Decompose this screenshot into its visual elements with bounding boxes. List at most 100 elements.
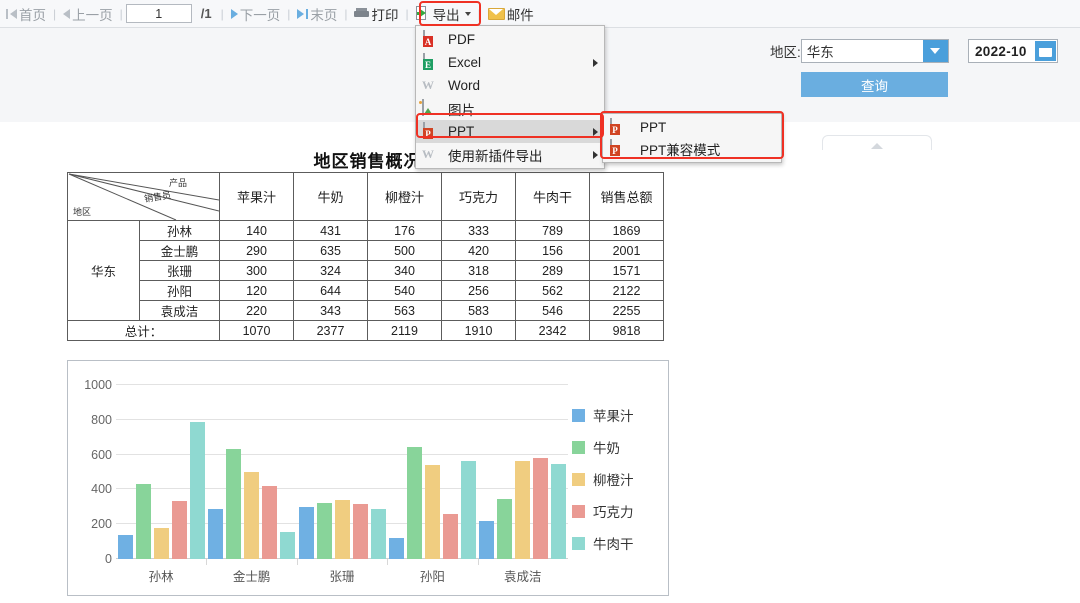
chart-bar xyxy=(406,446,422,559)
next-page-arrow-icon xyxy=(230,8,238,19)
toolbar-separator: | xyxy=(220,6,224,21)
page-number-input[interactable] xyxy=(125,4,192,23)
value-cell: 2122 xyxy=(589,280,664,301)
chart-bar xyxy=(316,502,332,559)
chart-legend-item-3[interactable]: 柳橙汁 xyxy=(572,469,660,489)
value-cell: 333 xyxy=(441,220,516,241)
value-cell: 789 xyxy=(515,220,590,241)
chart-bar xyxy=(479,520,495,559)
chart-bar xyxy=(533,457,549,559)
query-button[interactable]: 查询 xyxy=(801,72,948,97)
value-cell: 1869 xyxy=(589,220,664,241)
calendar-icon[interactable] xyxy=(1035,41,1056,61)
value-cell: 340 xyxy=(367,260,442,281)
person-cell: 孙林 xyxy=(139,220,220,241)
value-cell: 300 xyxy=(219,260,294,281)
value-cell: 256 xyxy=(441,280,516,301)
chart-gridline xyxy=(116,418,568,420)
export-menu-item-5[interactable]: P PPT xyxy=(416,120,604,143)
value-cell: 140 xyxy=(219,220,294,241)
region-label: 地区: xyxy=(770,45,801,60)
chevron-down-icon[interactable] xyxy=(922,40,948,62)
printer-icon xyxy=(354,8,370,19)
person-cell: 金士鹏 xyxy=(139,240,220,261)
column-header: 巧克力 xyxy=(441,172,516,221)
pdf-file-icon: A xyxy=(422,30,439,48)
chart-bar xyxy=(424,465,440,559)
ppt-submenu: P PPT P PPT兼容模式 xyxy=(602,113,782,163)
export-menu-item-label: 图片 xyxy=(448,102,475,118)
value-cell: 583 xyxy=(441,300,516,321)
table-row: 金士鹏 290 635 500 420 156 2001 xyxy=(68,240,664,261)
email-button[interactable]: 邮件 xyxy=(484,2,538,26)
toolbar-separator: | xyxy=(287,6,291,21)
value-cell: 2001 xyxy=(589,240,664,261)
envelope-icon xyxy=(487,7,505,20)
chart-bar xyxy=(460,461,476,559)
chart-x-tick-mark xyxy=(477,559,479,565)
excel-file-icon: E xyxy=(422,53,439,71)
last-page-button[interactable]: 末页 xyxy=(293,2,341,26)
page-total-label: /1 xyxy=(200,6,212,21)
ppt-submenu-item-2[interactable]: P PPT兼容模式 xyxy=(603,138,781,159)
chart-bar xyxy=(244,472,260,559)
value-cell: 431 xyxy=(293,220,368,241)
first-page-bar-icon xyxy=(6,8,8,19)
export-menu-item-label: 使用新插件导出 xyxy=(448,148,543,164)
chart-y-tick-label: 600 xyxy=(91,447,112,462)
chart-y-tick-label: 400 xyxy=(91,482,112,497)
next-page-button[interactable]: 下一页 xyxy=(227,2,285,26)
table-row: 张珊 300 324 340 318 289 1571 xyxy=(68,260,664,281)
toolbar-separator: | xyxy=(344,6,348,21)
chart-gridline xyxy=(116,488,568,490)
export-button[interactable]: 导出 xyxy=(412,2,475,26)
word-file-icon: W xyxy=(422,147,434,161)
export-menu-item-3[interactable]: W Word xyxy=(416,74,604,97)
chart-bar xyxy=(226,448,242,559)
value-cell: 540 xyxy=(367,280,442,301)
chart-bar xyxy=(280,531,296,559)
ppt-submenu-item-1[interactable]: P PPT xyxy=(603,117,781,138)
chevron-up-icon xyxy=(871,143,883,149)
legend-series-label: 柳橙汁 xyxy=(593,473,634,488)
chart-legend-item-2[interactable]: 牛奶 xyxy=(572,437,660,457)
prev-page-button[interactable]: 上一页 xyxy=(59,2,117,26)
table-row: 袁成洁 220 343 563 583 546 2255 xyxy=(68,300,664,321)
chart-bar xyxy=(262,485,278,559)
print-button[interactable]: 打印 xyxy=(350,2,402,26)
legend-color-swatch xyxy=(572,536,585,550)
sales-bar-chart: 0 200 400 600 800 1000 孙林 金士鹏 张珊 孙阳 袁成洁 苹果汁 牛奶 柳橙汁 巧克… xyxy=(67,360,669,596)
export-menu-item-6[interactable]: W 使用新插件导出 xyxy=(416,143,604,166)
legend-series-label: 牛肉干 xyxy=(593,537,634,552)
chart-x-tick-label: 张珊 xyxy=(329,570,355,584)
toolbar-separator: | xyxy=(119,6,123,21)
export-menu-item-label: Word xyxy=(448,78,481,93)
export-menu-item-label: Excel xyxy=(448,55,482,70)
export-menu-item-2[interactable]: E Excel xyxy=(416,51,604,74)
value-cell: 290 xyxy=(219,240,294,261)
chevron-right-icon xyxy=(593,127,598,136)
chart-bar xyxy=(171,501,187,559)
chart-x-tick-label: 孙阳 xyxy=(419,570,445,584)
chart-x-tick-label: 袁成洁 xyxy=(504,570,542,584)
region-select[interactable]: 华东 xyxy=(800,39,949,63)
value-cell: 289 xyxy=(515,260,590,281)
last-page-arrow-icon xyxy=(297,8,305,19)
chart-bar xyxy=(551,464,567,559)
chart-legend-item-5[interactable]: 牛肉干 xyxy=(572,533,660,553)
first-page-button[interactable]: 首页 xyxy=(2,2,50,26)
chart-legend-item-4[interactable]: 巧克力 xyxy=(572,501,660,521)
collapse-panel-handle[interactable] xyxy=(822,135,932,150)
date-field[interactable]: 2022-10 xyxy=(968,39,1058,63)
value-cell: 318 xyxy=(441,260,516,281)
export-menu-item-4[interactable]: 图片 xyxy=(416,97,604,120)
value-cell: 324 xyxy=(293,260,368,281)
chart-legend-item-1[interactable]: 苹果汁 xyxy=(572,405,660,425)
chart-bar xyxy=(153,528,169,559)
toolbar-separator: | xyxy=(477,6,481,21)
total-cell: 2119 xyxy=(367,320,442,341)
export-menu-item-1[interactable]: A PDF xyxy=(416,28,604,51)
value-cell: 546 xyxy=(515,300,590,321)
table-total-row: 总计： 1070 2377 2119 1910 2342 9818 xyxy=(67,320,664,341)
table-header-row: 产品 销售员 地区 苹果汁 牛奶 柳橙汁 巧克力 牛肉干 销售总额 xyxy=(67,172,664,221)
